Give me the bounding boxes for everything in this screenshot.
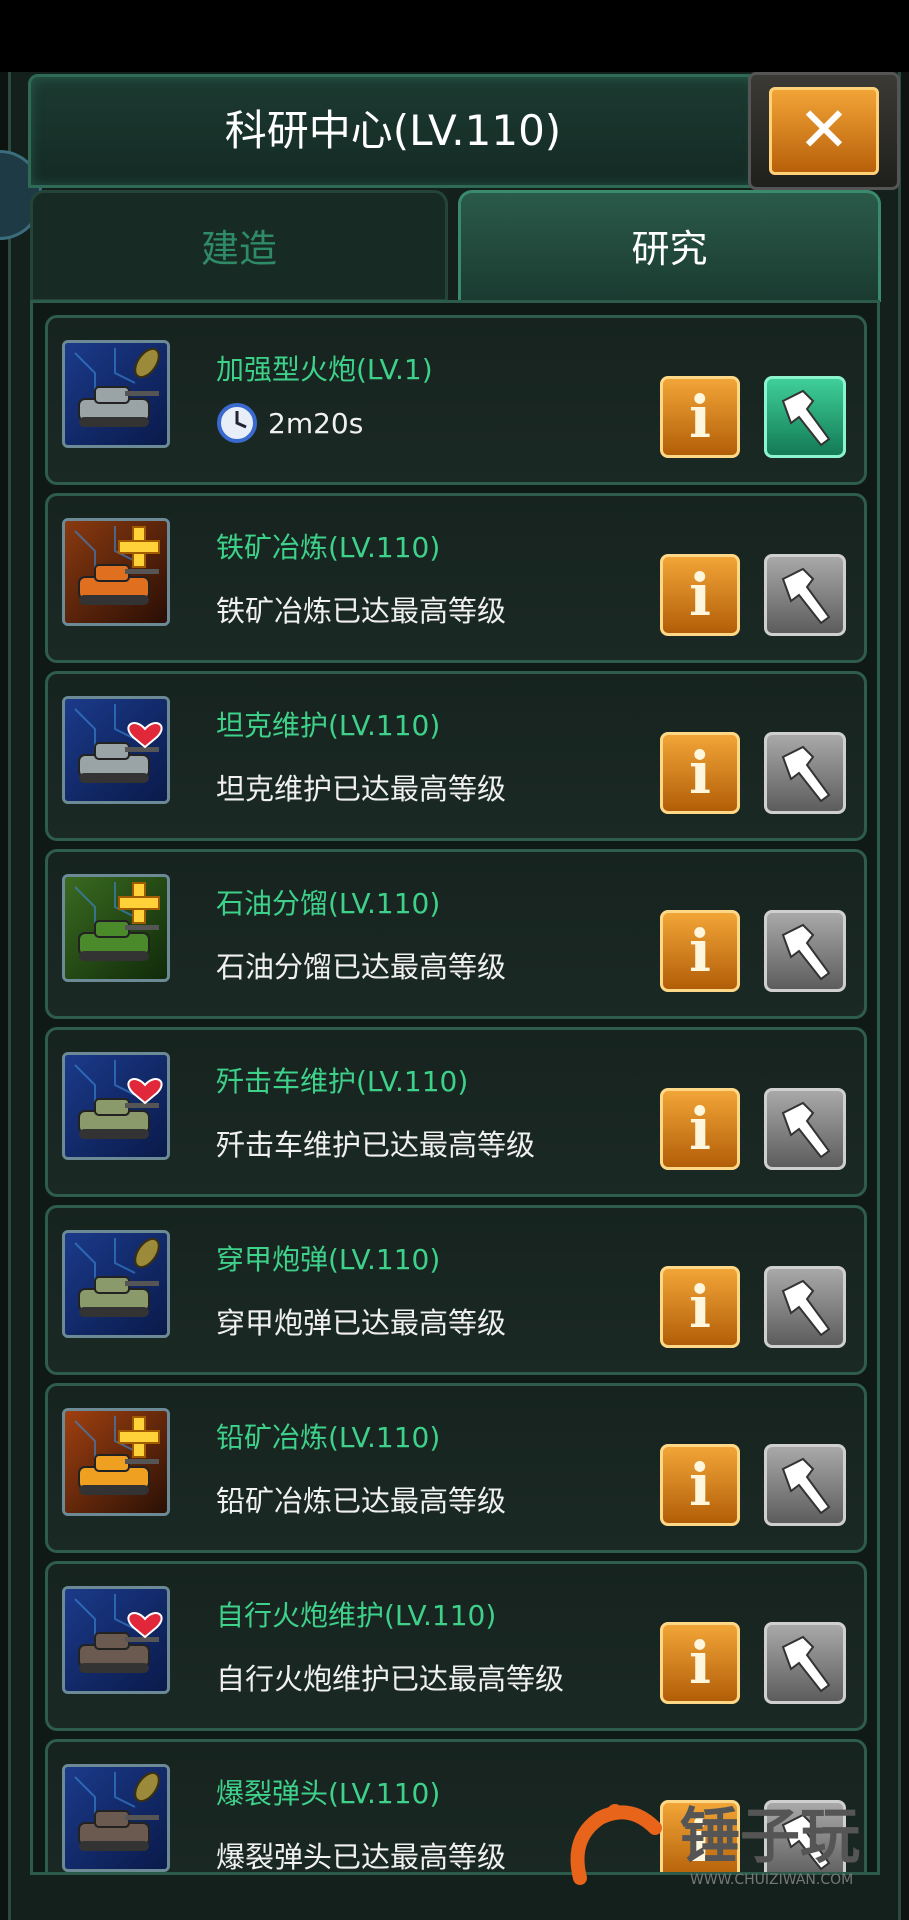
upgrade-button[interactable]: [764, 1622, 846, 1704]
research-status: 爆裂弹头已达最高等级: [216, 1840, 507, 1874]
upgrade-button[interactable]: [764, 1088, 846, 1170]
info-button[interactable]: i: [660, 1444, 740, 1526]
watermark-brand: 锤子玩: [680, 1802, 860, 1872]
research-name: 歼击车维护(LV.110): [216, 1065, 469, 1098]
research-card[interactable]: 歼击车维护(LV.110) 歼击车维护已达最高等级 i: [45, 1027, 867, 1197]
hammer-icon: [781, 389, 831, 447]
upgrade-button[interactable]: [764, 1444, 846, 1526]
info-button[interactable]: i: [660, 1088, 740, 1170]
artillery-shell-icon: [62, 1764, 170, 1872]
tab-build[interactable]: 建造: [30, 190, 448, 302]
research-card[interactable]: 铅矿冶炼(LV.110) 铅矿冶炼已达最高等级 i: [45, 1383, 867, 1553]
research-name: 石油分馏(LV.110): [216, 887, 441, 920]
tank-shell-icon: [62, 340, 170, 448]
research-card[interactable]: 加强型火炮(LV.1) 2m20s i: [45, 315, 867, 485]
info-button[interactable]: i: [660, 1622, 740, 1704]
info-button[interactable]: i: [660, 732, 740, 814]
lead-smelting-icon: [62, 1408, 170, 1516]
tab-research[interactable]: 研究: [458, 190, 881, 302]
window-header: 科研中心(LV.110): [28, 74, 758, 188]
close-button[interactable]: ✕: [748, 72, 900, 190]
destroyer-shell-icon: [62, 1230, 170, 1338]
watermark-url: WWW.CHUIZIWAN.COM: [690, 1872, 854, 1888]
research-name: 坦克维护(LV.110): [216, 709, 441, 742]
info-button[interactable]: i: [660, 554, 740, 636]
hammer-icon: [781, 1635, 831, 1693]
upgrade-button[interactable]: [764, 732, 846, 814]
research-card[interactable]: 石油分馏(LV.110) 石油分馏已达最高等级 i: [45, 849, 867, 1019]
tank-heart-icon: [62, 696, 170, 804]
research-status: 铁矿冶炼已达最高等级: [216, 594, 507, 628]
research-name: 爆裂弹头(LV.110): [216, 1777, 441, 1810]
research-time-remaining: 2m20s: [268, 406, 364, 440]
research-card[interactable]: 自行火炮维护(LV.110) 自行火炮维护已达最高等级 i: [45, 1561, 867, 1731]
upgrade-button[interactable]: [764, 910, 846, 992]
research-timer: 2m20s: [216, 400, 363, 446]
research-status: 歼击车维护已达最高等级: [216, 1128, 536, 1162]
status-bar: [0, 0, 909, 72]
research-status: 坦克维护已达最高等级: [216, 772, 507, 806]
research-status: 铅矿冶炼已达最高等级: [216, 1484, 507, 1518]
research-name: 加强型火炮(LV.1): [216, 353, 433, 386]
hammer-icon: [781, 1101, 831, 1159]
destroyer-heart-icon: [62, 1052, 170, 1160]
research-list[interactable]: 加强型火炮(LV.1) 2m20s i 铁矿冶炼(LV.110) 铁矿冶炼已达最高等级 i…: [30, 300, 880, 1875]
oil-barrel-icon: [62, 874, 170, 982]
artillery-heart-icon: [62, 1586, 170, 1694]
clock-icon: [217, 403, 257, 443]
upgrade-button[interactable]: [764, 1266, 846, 1348]
close-icon: ✕: [769, 87, 879, 175]
hammer-icon: [781, 1279, 831, 1337]
hammer-icon: [781, 745, 831, 803]
hammer-icon: [781, 1457, 831, 1515]
research-status: 石油分馏已达最高等级: [216, 950, 507, 984]
hammer-icon: [781, 567, 831, 625]
research-status: 自行火炮维护已达最高等级: [216, 1662, 565, 1696]
hammer-icon: [781, 923, 831, 981]
research-name: 穿甲炮弹(LV.110): [216, 1243, 441, 1276]
upgrade-button[interactable]: [764, 554, 846, 636]
upgrade-button[interactable]: [764, 376, 846, 458]
research-card[interactable]: 坦克维护(LV.110) 坦克维护已达最高等级 i: [45, 671, 867, 841]
watermark-logo-icon: [570, 1804, 662, 1885]
info-button[interactable]: i: [660, 1266, 740, 1348]
research-name: 铅矿冶炼(LV.110): [216, 1421, 441, 1454]
info-button[interactable]: i: [660, 376, 740, 458]
window-title: 科研中心(LV.110): [224, 106, 562, 155]
research-name: 铁矿冶炼(LV.110): [216, 531, 441, 564]
watermark: 锤子玩 WWW.CHUIZIWAN.COM: [560, 1788, 900, 1898]
research-name: 自行火炮维护(LV.110): [216, 1599, 497, 1632]
info-button[interactable]: i: [660, 910, 740, 992]
research-card[interactable]: 铁矿冶炼(LV.110) 铁矿冶炼已达最高等级 i: [45, 493, 867, 663]
iron-smelting-icon: [62, 518, 170, 626]
research-card[interactable]: 穿甲炮弹(LV.110) 穿甲炮弹已达最高等级 i: [45, 1205, 867, 1375]
research-status: 穿甲炮弹已达最高等级: [216, 1306, 507, 1340]
